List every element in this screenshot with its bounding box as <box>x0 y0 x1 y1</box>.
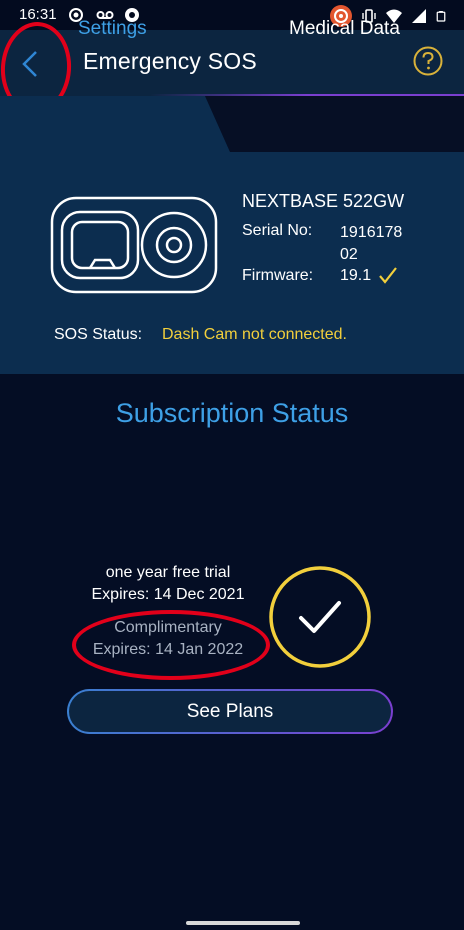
page-title: Emergency SOS <box>83 48 257 74</box>
device-name: NEXTBASE 522GW <box>242 191 405 211</box>
subscription-heading: Subscription Status <box>115 398 349 428</box>
sos-status-label: SOS Status: <box>54 326 143 343</box>
tab-medical-data[interactable] <box>205 96 464 152</box>
tab-medical-data-label: Medical Data <box>289 18 400 39</box>
serial-value: 191617802 <box>340 224 403 263</box>
annotation-circle-complimentary <box>72 610 270 680</box>
gesture-nav-handle[interactable] <box>186 921 300 925</box>
battery-icon <box>436 11 446 22</box>
see-plans-button[interactable]: See Plans <box>67 689 393 734</box>
tab-settings[interactable] <box>0 96 230 152</box>
firmware-label: Firmware: <box>242 267 314 284</box>
plan-expiry: Expires: 14 Dec 2021 <box>91 586 245 603</box>
question-circle-icon <box>413 46 443 76</box>
plan-name: one year free trial <box>105 564 231 581</box>
subscription-check-icon <box>269 566 371 668</box>
see-plans-label: See Plans <box>186 700 274 722</box>
status-time: 16:31 <box>19 6 57 23</box>
tab-settings-label: Settings <box>78 18 147 39</box>
help-button[interactable] <box>413 46 443 76</box>
tab-bar <box>0 96 464 152</box>
dashcam-icon <box>50 196 218 294</box>
firmware-check-icon <box>379 267 397 284</box>
serial-label: Serial No: <box>242 222 313 239</box>
signal-icon <box>412 9 426 23</box>
firmware-value: 19.1 <box>340 267 372 284</box>
sos-status-value: Dash Cam not connected. <box>162 326 347 343</box>
